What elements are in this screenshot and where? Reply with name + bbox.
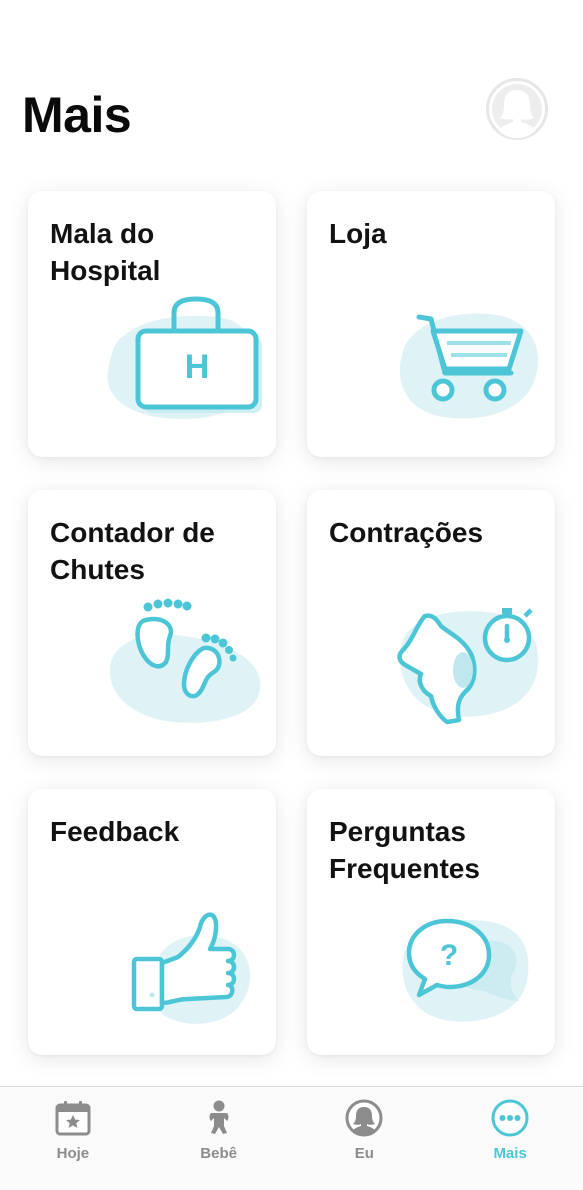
profile-avatar-icon[interactable]	[486, 78, 548, 140]
tab-label: Eu	[354, 1145, 374, 1162]
card-faq[interactable]: Perguntas Frequentes ?	[307, 789, 555, 1055]
card-contractions[interactable]: Contrações	[307, 490, 555, 756]
tab-label: Bebê	[200, 1145, 237, 1162]
svg-text:?: ?	[440, 939, 458, 972]
baby-icon	[209, 1100, 229, 1134]
card-kick-counter-label: Contador de Chutes	[50, 517, 215, 585]
card-kick-counter[interactable]: Contador de Chutes	[28, 490, 276, 756]
calendar-star-icon	[55, 1101, 91, 1136]
card-hospital-bag-label: Mala do Hospital	[50, 218, 161, 286]
card-hospital-bag[interactable]: Mala do Hospital H	[28, 191, 276, 457]
card-faq-label: Perguntas Frequentes	[329, 816, 480, 884]
tab-label: Hoje	[56, 1145, 90, 1162]
card-feedback[interactable]: Feedback	[28, 789, 276, 1055]
person-icon	[345, 1099, 383, 1137]
tab-mais[interactable]: Mais	[437, 1087, 583, 1190]
tab-hoje[interactable]: Hoje	[0, 1087, 146, 1190]
feature-grid: Mala do Hospital H Loja Contador de Chut…	[28, 191, 555, 1055]
svg-text:H: H	[185, 348, 210, 386]
tab-bebe[interactable]: Bebê	[146, 1087, 292, 1190]
more-dots-icon	[491, 1099, 529, 1137]
page-title: Mais	[22, 87, 132, 143]
screen: Mais Mala do Hospital H Loja Contador de…	[0, 0, 583, 1190]
tab-label: Mais	[493, 1145, 527, 1162]
card-feedback-label: Feedback	[50, 816, 180, 847]
card-contractions-label: Contrações	[329, 517, 484, 548]
card-store[interactable]: Loja	[307, 191, 555, 457]
card-store-label: Loja	[329, 218, 387, 249]
bottom-tab-bar: Hoje Bebê Eu Mais	[0, 1086, 583, 1190]
tab-eu[interactable]: Eu	[292, 1087, 438, 1190]
